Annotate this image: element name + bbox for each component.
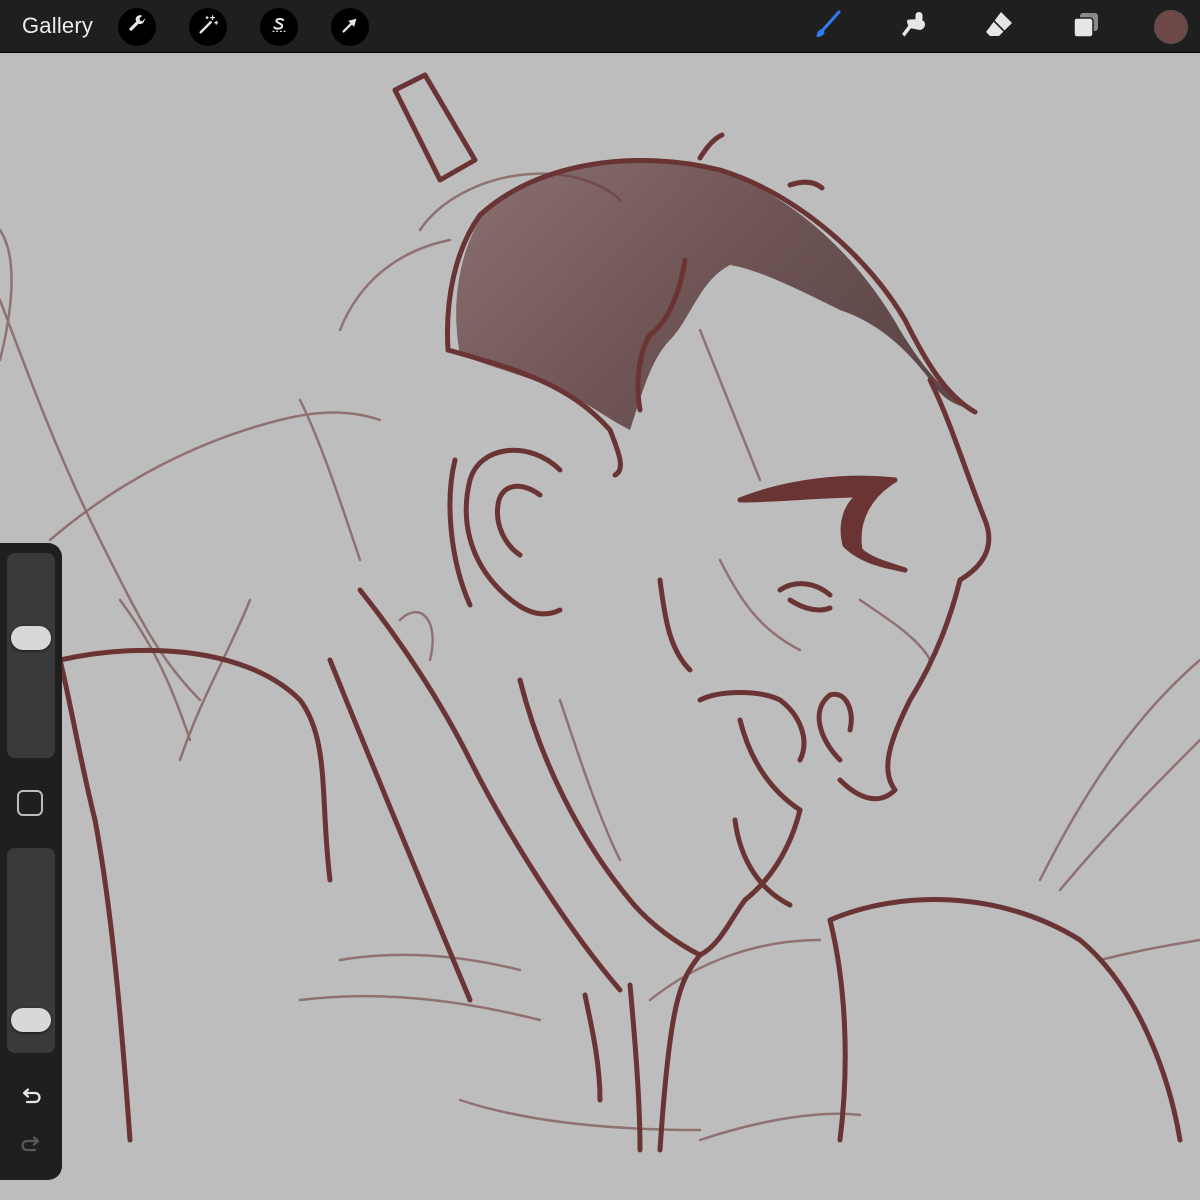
sketch-stroke [698, 1112, 862, 1142]
collar-edge-stroke [327, 657, 473, 1003]
brow-stroke [737, 475, 908, 573]
sketch-stroke [698, 328, 762, 482]
sketch-stroke [178, 598, 252, 762]
redo-icon [18, 1130, 44, 1161]
drawing-canvas[interactable] [0, 53, 1200, 1200]
eye-lid-stroke [787, 597, 833, 613]
sketch-stroke [0, 228, 13, 362]
undo-button[interactable] [16, 1082, 46, 1112]
wrench-icon [126, 14, 148, 41]
brush-tool-button[interactable] [808, 6, 850, 48]
sketch-stroke [1098, 938, 1200, 962]
cheek-stroke [657, 577, 693, 673]
layers-button[interactable] [1065, 6, 1107, 48]
eraser-tool-button[interactable] [978, 6, 1020, 48]
sketch-stroke [298, 994, 542, 1022]
sketch-stroke [338, 238, 452, 332]
undo-icon [18, 1082, 44, 1113]
hair-tuft-stroke [697, 132, 725, 161]
adjustments-button[interactable] [189, 8, 227, 46]
torso-right-stroke [827, 897, 1183, 1143]
strap-edge-stroke [582, 992, 603, 1103]
brush-size-slider[interactable] [7, 553, 55, 758]
sketch-stroke [558, 698, 622, 862]
selection-button[interactable] [260, 8, 298, 46]
brush-icon [811, 7, 847, 48]
opacity-thumb[interactable] [11, 1007, 51, 1032]
smudge-tool-button[interactable] [893, 6, 935, 48]
sketch-stroke [118, 598, 192, 742]
actions-button[interactable] [118, 8, 156, 46]
square-modifier-icon[interactable] [17, 790, 43, 816]
brush-size-thumb[interactable] [11, 626, 51, 651]
hair-shading [456, 160, 975, 431]
jaw-stroke [517, 677, 703, 958]
strap-stroke [627, 982, 643, 1153]
sketch-stroke [298, 398, 362, 562]
neck-stroke [657, 952, 703, 1153]
magic-wand-icon [197, 14, 219, 41]
gallery-button[interactable]: Gallery [22, 13, 93, 39]
color-picker-button[interactable] [1154, 10, 1188, 44]
sketch-artwork [0, 72, 1200, 1153]
lip-stroke [737, 717, 803, 813]
sketch-stroke [1058, 738, 1200, 892]
chin-stroke [697, 807, 803, 958]
nostril-stroke [816, 691, 854, 763]
redo-button[interactable] [16, 1130, 46, 1160]
ear-stroke [463, 447, 563, 617]
layers-icon [1070, 9, 1102, 46]
pole-stroke [392, 72, 478, 183]
collar-stroke [357, 587, 623, 993]
sketch-stroke [858, 598, 932, 662]
shoulder-left-stroke [57, 657, 133, 1143]
selection-s-icon [268, 14, 290, 41]
nose-stroke [837, 577, 963, 802]
lower-jaw-stroke [732, 817, 793, 908]
arrow-cursor-icon [339, 14, 361, 41]
sketch-stroke [1038, 658, 1200, 882]
eraser-icon [982, 8, 1016, 47]
left-sidebar [0, 543, 62, 1180]
sketch-stroke [718, 558, 802, 652]
hair-tuft-stroke [787, 179, 825, 191]
sketch-stroke [648, 938, 822, 1002]
sketch-stroke [338, 953, 522, 972]
smudge-finger-icon [898, 9, 930, 46]
ear-inner-stroke [494, 483, 543, 558]
forehead-stroke [927, 377, 992, 583]
transform-button[interactable] [331, 8, 369, 46]
top-toolbar: Gallery [0, 0, 1200, 53]
eye-stroke [777, 581, 833, 598]
torso-right-edge-stroke [827, 917, 848, 1143]
